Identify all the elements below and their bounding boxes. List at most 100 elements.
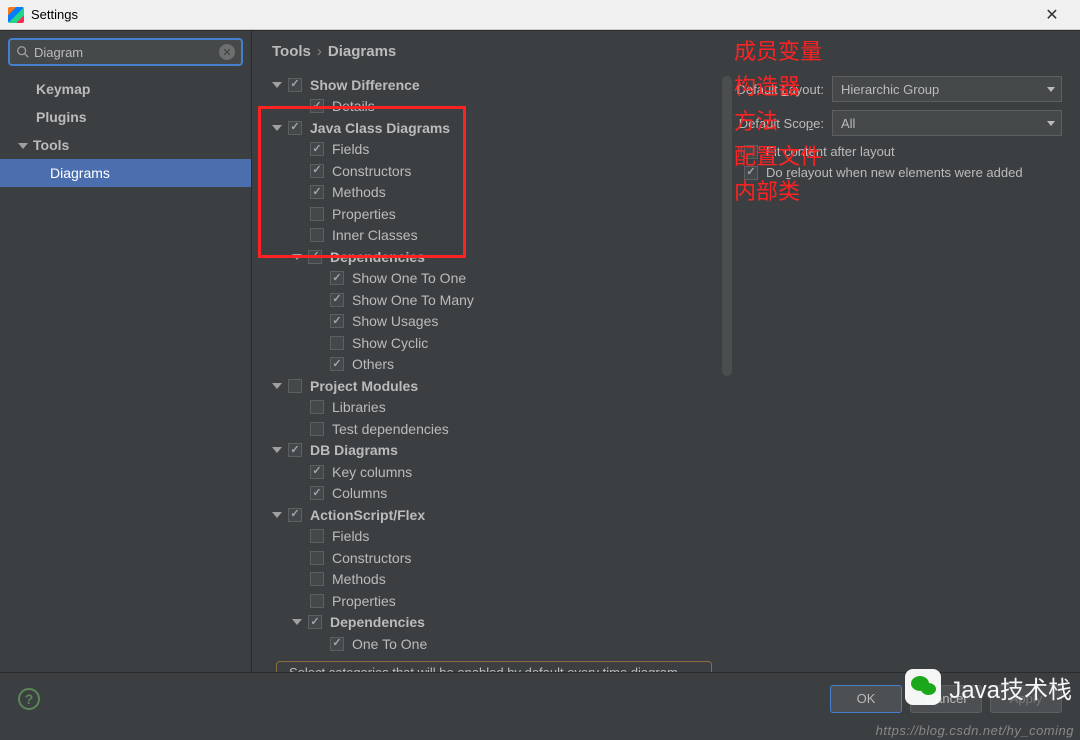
chevron-down-icon[interactable] bbox=[292, 619, 302, 625]
checkbox[interactable] bbox=[310, 572, 324, 586]
nav-item-keymap[interactable]: Keymap bbox=[0, 75, 251, 103]
default-layout-select[interactable]: Hierarchic Group bbox=[832, 76, 1062, 102]
tree-others[interactable]: Others bbox=[264, 354, 732, 376]
clear-icon[interactable]: ✕ bbox=[219, 44, 235, 60]
checkbox[interactable] bbox=[310, 529, 324, 543]
breadcrumb-current: Diagrams bbox=[328, 43, 396, 60]
fit-content-label: Fit content after layout bbox=[766, 144, 895, 159]
checkbox[interactable] bbox=[310, 142, 324, 156]
search-box[interactable]: ✕ bbox=[8, 38, 243, 66]
tree-as-fields[interactable]: Fields bbox=[264, 526, 732, 548]
chevron-down-icon[interactable] bbox=[18, 143, 28, 149]
checkbox[interactable] bbox=[330, 293, 344, 307]
tree-libraries[interactable]: Libraries bbox=[264, 397, 732, 419]
nav-tree: Keymap Plugins Tools Diagrams bbox=[0, 73, 251, 672]
tree-db-diagrams[interactable]: DB Diagrams bbox=[264, 440, 732, 462]
do-relayout-label: Do relayout when new elements were added bbox=[766, 165, 1023, 180]
checkbox[interactable] bbox=[310, 551, 324, 565]
window-body: ✕ Keymap Plugins Tools Diagrams Tools › … bbox=[0, 30, 1080, 672]
watermark-url: https://blog.csdn.net/hy_coming bbox=[876, 723, 1074, 738]
help-icon[interactable]: ? bbox=[18, 688, 40, 710]
tree-key-columns[interactable]: Key columns bbox=[264, 461, 732, 483]
do-relayout-checkbox[interactable]: Do relayout when new elements were added bbox=[744, 165, 1062, 180]
checkbox[interactable] bbox=[288, 379, 302, 393]
checkbox[interactable] bbox=[330, 314, 344, 328]
breadcrumb-separator: › bbox=[317, 43, 322, 60]
checkbox[interactable] bbox=[308, 615, 322, 629]
nav-item-plugins[interactable]: Plugins bbox=[0, 103, 251, 131]
ok-button[interactable]: OK bbox=[830, 685, 902, 713]
checkbox[interactable] bbox=[288, 508, 302, 522]
tree-show-one-to-many[interactable]: Show One To Many bbox=[264, 289, 732, 311]
checkbox[interactable] bbox=[310, 400, 324, 414]
footer: ? OK Cancel Apply bbox=[0, 672, 1080, 724]
tree-project-modules[interactable]: Project Modules bbox=[264, 375, 732, 397]
tree-actionscript-flex[interactable]: ActionScript/Flex bbox=[264, 504, 732, 526]
fit-content-checkbox[interactable]: Fit content after layout bbox=[744, 144, 1062, 159]
tree-as-one-to-one[interactable]: One To One bbox=[264, 633, 732, 655]
checkbox[interactable] bbox=[310, 164, 324, 178]
checkbox[interactable] bbox=[288, 78, 302, 92]
titlebar: Settings ✕ bbox=[0, 0, 1080, 30]
tree-as-constructors[interactable]: Constructors bbox=[264, 547, 732, 569]
breadcrumb: Tools › Diagrams bbox=[252, 31, 1080, 70]
breadcrumb-parent[interactable]: Tools bbox=[272, 43, 311, 60]
chevron-down-icon[interactable] bbox=[272, 512, 282, 518]
checkbox[interactable] bbox=[288, 121, 302, 135]
nav-item-diagrams[interactable]: Diagrams bbox=[0, 159, 251, 187]
tree-show-one-to-one[interactable]: Show One To One bbox=[264, 268, 732, 290]
tree-methods[interactable]: Methods bbox=[264, 182, 732, 204]
app-icon bbox=[8, 7, 24, 23]
chevron-down-icon[interactable] bbox=[272, 447, 282, 453]
checkbox[interactable] bbox=[310, 185, 324, 199]
hint-bar: Select categories that will be enabled b… bbox=[276, 661, 712, 673]
tree-show-usages[interactable]: Show Usages bbox=[264, 311, 732, 333]
checkbox[interactable] bbox=[310, 99, 324, 113]
tree-show-cyclic[interactable]: Show Cyclic bbox=[264, 332, 732, 354]
checkbox[interactable] bbox=[310, 207, 324, 221]
tree-as-properties[interactable]: Properties bbox=[264, 590, 732, 612]
checkbox[interactable] bbox=[330, 357, 344, 371]
tree-fields[interactable]: Fields bbox=[264, 139, 732, 161]
tree-columns[interactable]: Columns bbox=[264, 483, 732, 505]
checkbox[interactable] bbox=[330, 637, 344, 651]
tree-dependencies[interactable]: Dependencies bbox=[264, 246, 732, 268]
apply-button[interactable]: Apply bbox=[990, 685, 1062, 713]
checkbox[interactable] bbox=[288, 443, 302, 457]
chevron-down-icon bbox=[1047, 121, 1055, 126]
tree-pane: Show Difference Details Java Class Diagr… bbox=[252, 70, 732, 672]
default-scope-select[interactable]: All bbox=[832, 110, 1062, 136]
checkbox[interactable] bbox=[330, 271, 344, 285]
sidebar: ✕ Keymap Plugins Tools Diagrams bbox=[0, 31, 252, 672]
checkbox[interactable] bbox=[744, 166, 758, 180]
nav-item-tools[interactable]: Tools bbox=[0, 131, 251, 159]
checkbox[interactable] bbox=[310, 486, 324, 500]
tree-java-class-diagrams[interactable]: Java Class Diagrams bbox=[264, 117, 732, 139]
tree-test-dependencies[interactable]: Test dependencies bbox=[264, 418, 732, 440]
checkbox[interactable] bbox=[310, 422, 324, 436]
search-input[interactable] bbox=[34, 45, 219, 60]
checkbox[interactable] bbox=[308, 250, 322, 264]
checkbox[interactable] bbox=[330, 336, 344, 350]
close-icon[interactable]: ✕ bbox=[1032, 5, 1072, 25]
checkbox[interactable] bbox=[310, 228, 324, 242]
window-title: Settings bbox=[31, 7, 1032, 22]
tree-inner-classes[interactable]: Inner Classes bbox=[264, 225, 732, 247]
scrollbar[interactable] bbox=[722, 76, 732, 376]
checkbox[interactable] bbox=[744, 145, 758, 159]
tree-show-difference[interactable]: Show Difference bbox=[264, 74, 732, 96]
tree-properties[interactable]: Properties bbox=[264, 203, 732, 225]
checkbox[interactable] bbox=[310, 594, 324, 608]
content-pane: Tools › Diagrams Show Difference Details… bbox=[252, 31, 1080, 672]
chevron-down-icon[interactable] bbox=[272, 125, 282, 131]
cancel-button[interactable]: Cancel bbox=[910, 685, 982, 713]
chevron-down-icon[interactable] bbox=[272, 383, 282, 389]
checkbox[interactable] bbox=[310, 465, 324, 479]
chevron-down-icon[interactable] bbox=[272, 82, 282, 88]
tree-constructors[interactable]: Constructors bbox=[264, 160, 732, 182]
chevron-down-icon[interactable] bbox=[292, 254, 302, 260]
default-layout-label: Default Layout: bbox=[732, 82, 832, 97]
tree-as-methods[interactable]: Methods bbox=[264, 569, 732, 591]
tree-details[interactable]: Details bbox=[264, 96, 732, 118]
tree-as-dependencies[interactable]: Dependencies bbox=[264, 612, 732, 634]
